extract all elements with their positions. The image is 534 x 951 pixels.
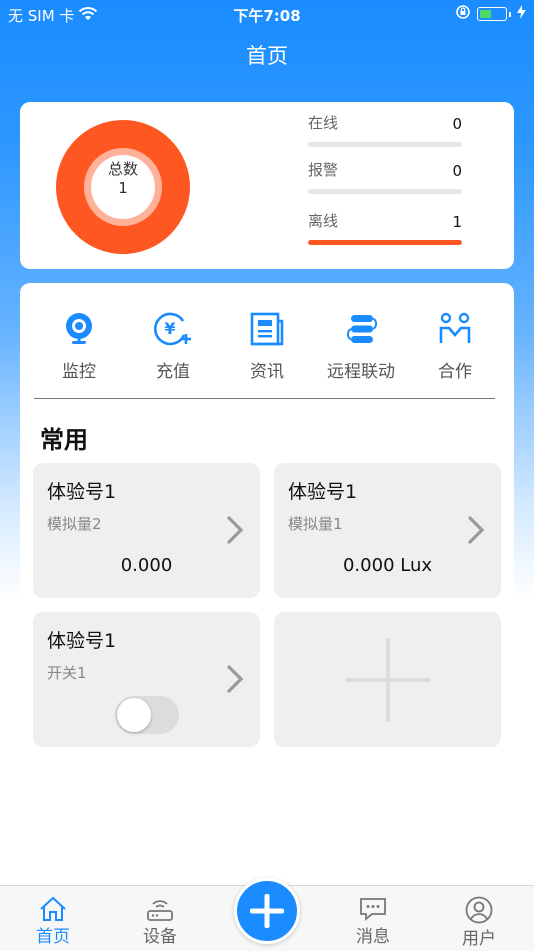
news-icon [250,312,284,346]
tile-title: 体验号1 [47,481,117,503]
linkage-icon [346,315,378,343]
shortcut-monitor[interactable]: 监控 [32,301,126,382]
plus-icon [250,894,284,928]
stat-label: 报警 [308,161,339,179]
total-label: 总数 [107,160,138,178]
stat-value: 1 [452,213,462,231]
stat-label: 在线 [308,114,339,132]
status-bar: 无 SIM 卡 下午7:08 [0,0,534,28]
stat-bar [308,189,462,194]
tab-label: 设备 [143,927,177,947]
shortcut-row: 监控 ¥ 充值 资讯 远程联动 合作 [20,301,514,391]
tile-subtitle: 模拟量1 [288,515,343,533]
battery-icon [477,7,507,21]
recharge-icon: ¥ [153,312,191,346]
message-icon [360,898,386,921]
common-tile[interactable]: 体验号1 模拟量2 0.000 [33,463,260,598]
status-time: 下午7:08 [233,7,301,25]
stat-bar [308,240,462,245]
common-tile[interactable]: 体验号1 模拟量1 0.000 Lux [274,463,501,598]
shortcut-label: 合作 [438,362,472,382]
rotation-lock-icon [455,4,471,24]
add-common-tile-button[interactable] [274,612,501,747]
total-value: 1 [118,179,128,197]
partner-icon [439,312,471,343]
shortcut-label: 充值 [156,362,190,382]
tile-subtitle: 开关1 [47,664,87,682]
main-card: 监控 ¥ 充值 资讯 远程联动 合作 常用 体验号1 模拟量2 0.000 体验… [20,283,514,768]
switch-toggle[interactable] [115,696,179,734]
tab-label: 首页 [36,927,70,947]
tab-user[interactable]: 用户 [434,886,524,949]
page-title: 首页 [246,44,288,68]
center-add-button[interactable] [234,878,300,944]
chevron-right-icon [227,665,244,693]
tile-title: 体验号1 [288,481,358,503]
tile-value: 0.000 [120,555,173,576]
status-right [455,4,526,24]
common-section-title: 常用 [40,426,88,454]
camera-icon [66,313,92,344]
svg-text:¥: ¥ [164,319,175,338]
tile-subtitle: 模拟量2 [47,515,102,533]
plus-icon [346,638,430,722]
tab-devices[interactable]: 设备 [115,886,205,947]
tab-home[interactable]: 首页 [8,886,98,947]
charging-icon [517,5,526,23]
stat-value: 0 [452,162,462,180]
stat-bar [308,142,462,147]
shortcut-label: 监控 [62,362,96,382]
stat-bar-fill [308,240,462,245]
chevron-right-icon [227,516,244,544]
shortcut-remote-linkage[interactable]: 远程联动 [314,301,408,382]
chevron-right-icon [468,516,485,544]
tab-label: 消息 [356,927,390,947]
switch-knob [117,698,151,732]
tab-label: 用户 [462,929,496,949]
device-summary-card: 总数 1 在线 0 报警 0 离线 1 [20,102,514,269]
shortcut-cooperation[interactable]: 合作 [408,301,502,382]
stat-label: 离线 [308,212,339,230]
battery-tip [509,11,511,17]
total-label-block: 总数 1 [56,160,190,198]
tile-value: 0.000 Lux [342,555,433,576]
shortcut-divider [34,398,495,399]
user-icon [465,896,493,924]
router-icon [147,900,173,921]
common-tile[interactable]: 体验号1 开关1 [33,612,260,747]
shortcut-news[interactable]: 资讯 [220,301,314,382]
stat-value: 0 [452,115,462,133]
tab-messages[interactable]: 消息 [328,886,418,947]
tile-title: 体验号1 [47,630,117,652]
home-icon [40,896,66,921]
shortcut-label: 资讯 [250,362,284,382]
shortcut-label: 远程联动 [327,362,395,382]
shortcut-recharge[interactable]: ¥ 充值 [126,301,220,382]
